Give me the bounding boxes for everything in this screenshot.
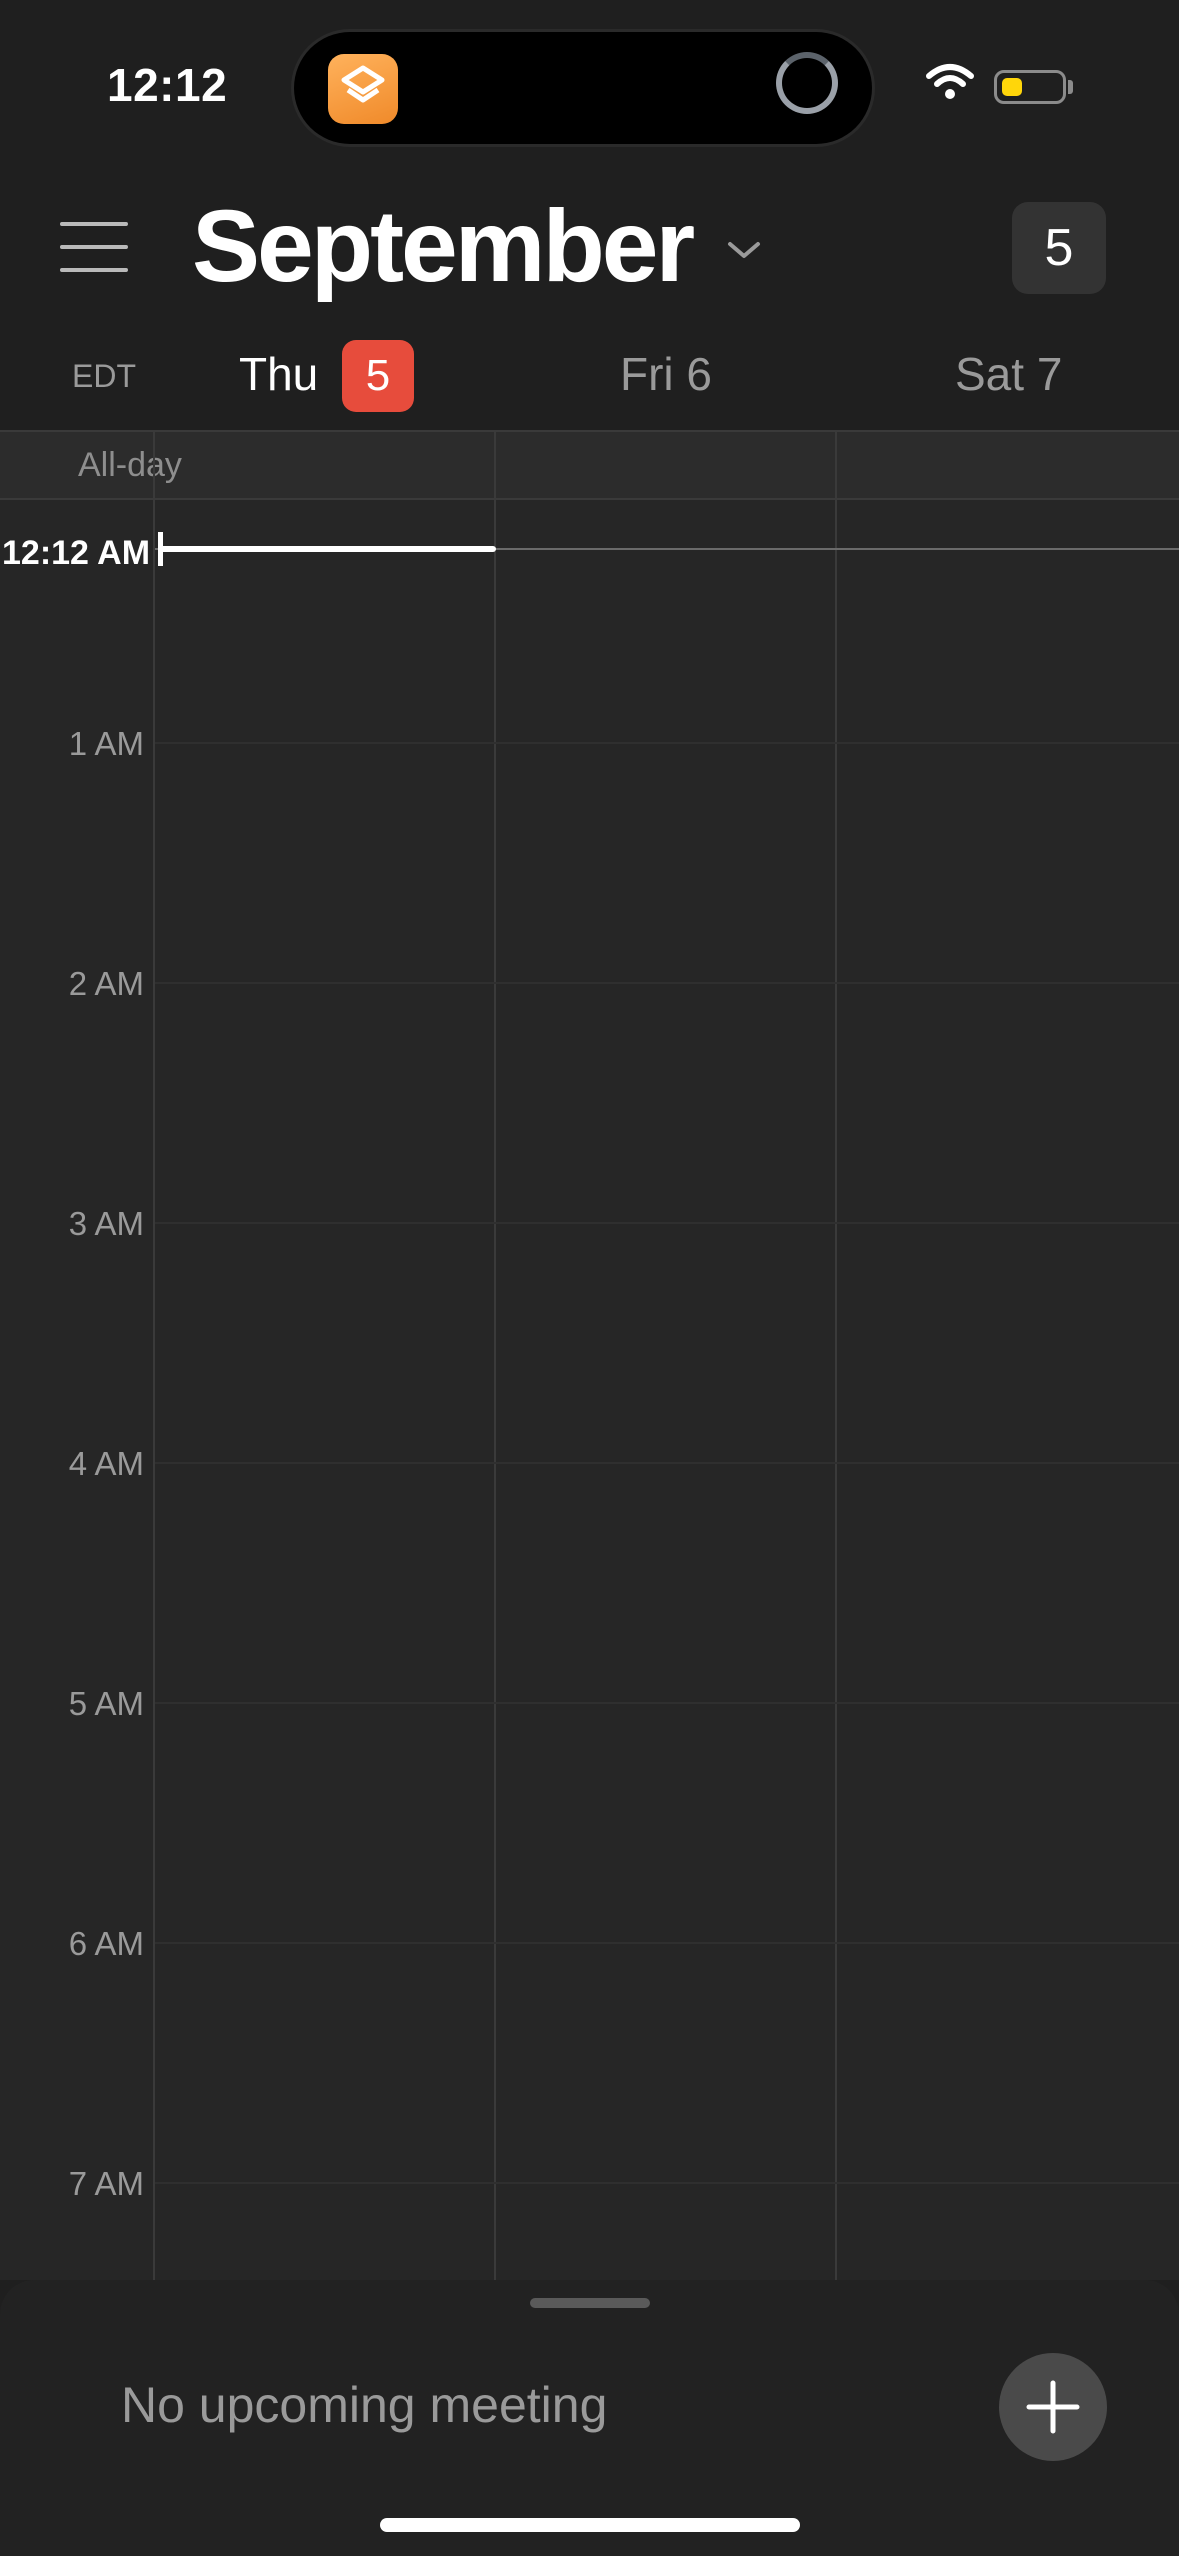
day-header-thu[interactable]: Thu xyxy=(239,347,318,401)
time-column-divider xyxy=(153,430,155,2280)
hour-label: 3 AM xyxy=(68,1205,144,1242)
dynamic-island xyxy=(294,32,872,144)
hamburger-menu-icon[interactable] xyxy=(60,222,130,272)
wifi-icon xyxy=(925,62,975,107)
timezone-label: EDT xyxy=(72,358,136,394)
hour-label: 2 AM xyxy=(68,965,144,1002)
battery-tip xyxy=(1068,80,1073,94)
add-event-button[interactable] xyxy=(999,2353,1107,2461)
battery-icon xyxy=(994,70,1066,104)
hour-label: 4 AM xyxy=(68,1445,144,1482)
today-button[interactable]: 5 xyxy=(1012,202,1106,294)
hour-gridline xyxy=(155,1222,1179,1224)
all-day-label: All-day xyxy=(78,446,182,484)
status-bar-time: 12:12 xyxy=(107,59,228,111)
hour-gridline xyxy=(155,1462,1179,1464)
calendar-grid[interactable] xyxy=(0,430,1179,2280)
hour-label: 1 AM xyxy=(68,725,144,762)
hour-gridline xyxy=(155,1702,1179,1704)
home-indicator[interactable] xyxy=(380,2518,800,2532)
current-time-marker xyxy=(158,532,163,566)
plus-icon xyxy=(1026,2380,1080,2434)
day-column-divider xyxy=(494,430,496,2280)
hour-gridline xyxy=(155,982,1179,984)
activity-spinner-icon xyxy=(776,52,838,114)
hour-label: 5 AM xyxy=(68,1685,144,1722)
today-date-badge[interactable]: 5 xyxy=(342,340,414,412)
shortcuts-app-icon[interactable] xyxy=(328,54,398,124)
chevron-down-icon[interactable] xyxy=(724,236,764,269)
current-time-label: 12:12 AM xyxy=(2,534,151,572)
battery-level xyxy=(1002,78,1022,96)
no-upcoming-meeting-text: No upcoming meeting xyxy=(121,2377,608,2433)
day-column-divider xyxy=(835,430,837,2280)
month-title[interactable]: September xyxy=(192,186,695,306)
hour-gridline xyxy=(155,742,1179,744)
hour-gridline xyxy=(155,1942,1179,1944)
hour-gridline xyxy=(155,2182,1179,2184)
day-header-sat[interactable]: Sat 7 xyxy=(955,347,1062,401)
day-header-fri[interactable]: Fri 6 xyxy=(620,347,712,401)
hour-label: 6 AM xyxy=(68,1925,144,1962)
current-time-indicator xyxy=(158,546,496,552)
sheet-drag-handle[interactable] xyxy=(530,2298,650,2308)
hour-label: 7 AM xyxy=(68,2165,144,2202)
